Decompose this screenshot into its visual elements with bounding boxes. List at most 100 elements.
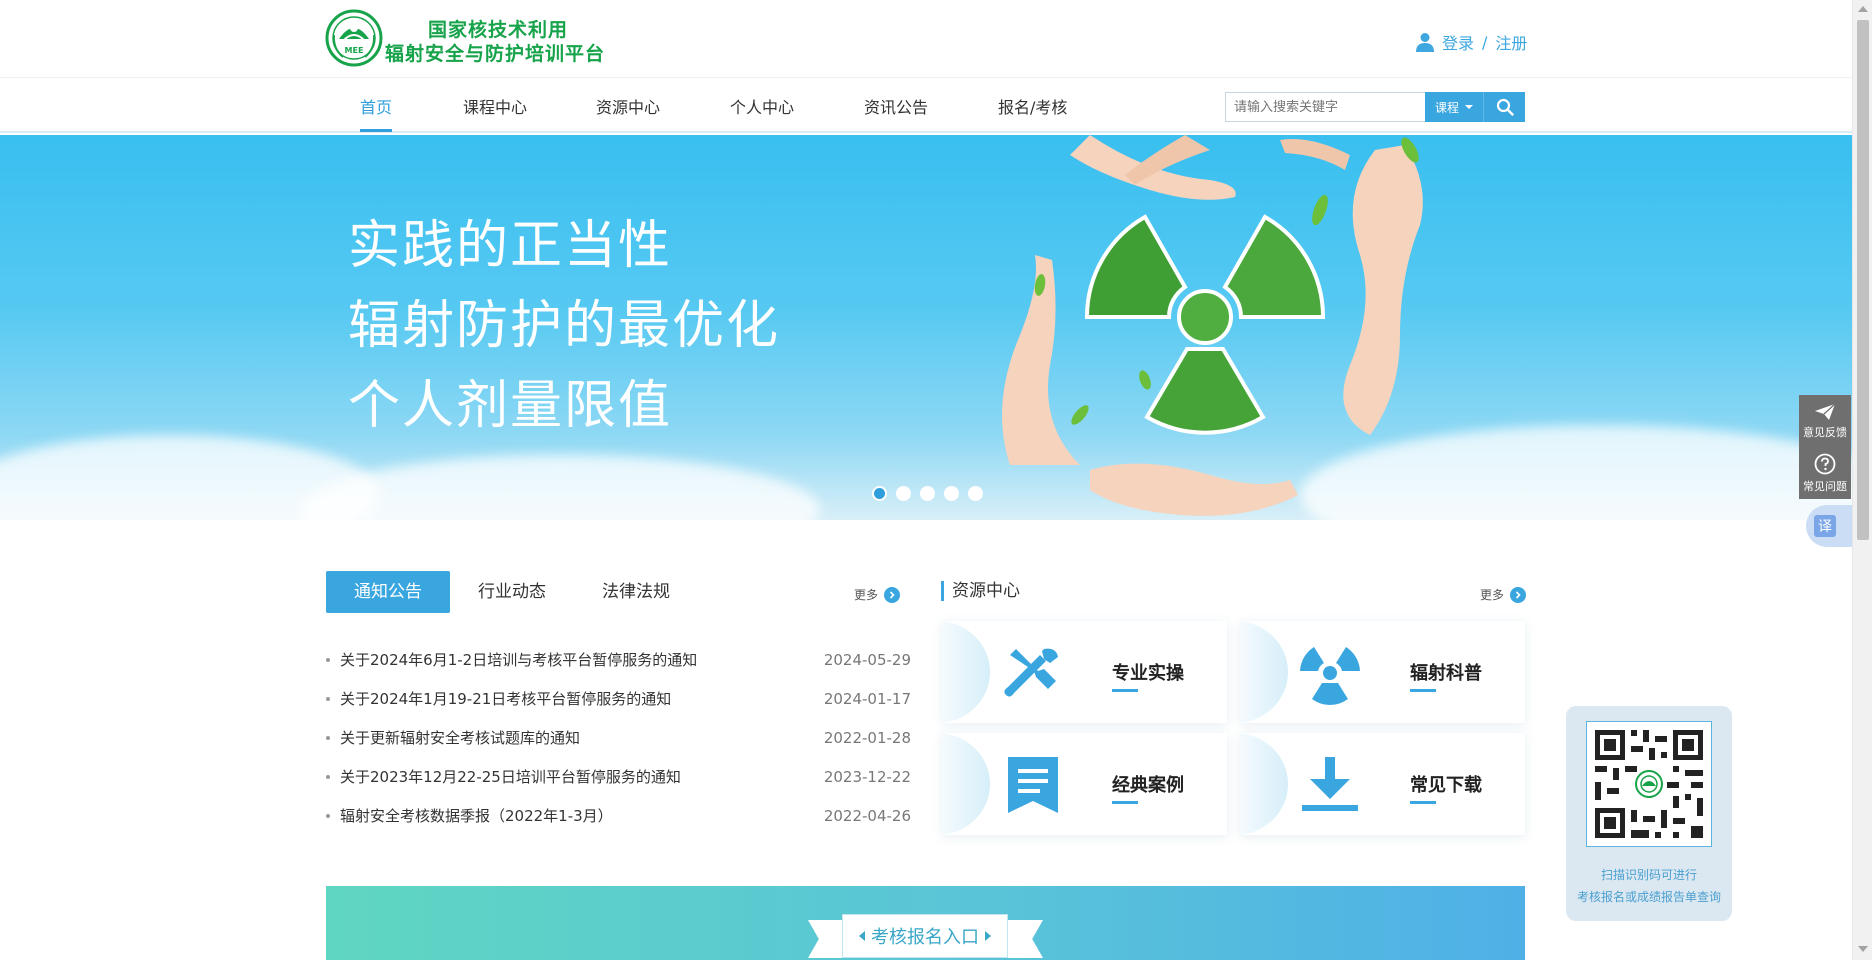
question-circle-icon: [1814, 453, 1836, 474]
banner-slogan-line3: 个人剂量限值: [348, 376, 673, 436]
search-button[interactable]: [1483, 92, 1525, 122]
search-type-label: 课程: [1434, 100, 1459, 115]
resource-card-label: 专业实操: [1112, 663, 1184, 684]
resource-card-underline: [1112, 801, 1138, 804]
qr-caption-line1: 扫描识别码可进行: [1600, 868, 1697, 882]
tab-industry[interactable]: 行业动态: [450, 571, 574, 613]
faq-button[interactable]: 常见问题: [1799, 447, 1851, 499]
resource-card-science[interactable]: 辐射科普: [1240, 621, 1525, 723]
banner-dot[interactable]: [944, 486, 959, 501]
news-more-link[interactable]: 更多: [854, 586, 901, 603]
nav-item-resources[interactable]: 资源中心: [596, 94, 660, 118]
caret-down-icon: [1465, 105, 1473, 109]
exam-registration-label: 考核报名入口: [871, 927, 979, 948]
resource-card-label: 经典案例: [1112, 775, 1184, 796]
login-link[interactable]: 登录: [1442, 30, 1474, 54]
card-decoration: [1240, 621, 1288, 723]
scroll-down-arrow-icon[interactable]: [1858, 946, 1868, 952]
nav-item-courses[interactable]: 课程中心: [463, 94, 527, 118]
scrollbar-thumb[interactable]: [1857, 20, 1869, 540]
resource-card-practice[interactable]: 专业实操: [942, 621, 1227, 723]
banner-dot[interactable]: [872, 486, 887, 501]
exam-registration-button[interactable]: 考核报名入口: [842, 914, 1008, 958]
news-date: 2023-12-22: [823, 767, 911, 786]
news-title[interactable]: 关于2024年6月1-2日培训与考核平台暂停服务的通知: [326, 649, 697, 670]
hero-banner[interactable]: 实践的正当性 辐射防护的最优化 个人剂量限值: [0, 135, 1852, 520]
nav-item-exam[interactable]: 报名/考核: [998, 94, 1067, 118]
search-icon: [1496, 98, 1514, 116]
ribbon-tail-right: [1007, 920, 1043, 958]
resource-card-downloads[interactable]: 常见下载: [1240, 733, 1525, 835]
nav-item-home[interactable]: 首页: [360, 94, 393, 132]
banner-dot[interactable]: [920, 486, 935, 501]
download-icon: [1302, 757, 1358, 811]
banner-slogan-line1: 实践的正当性: [348, 216, 673, 276]
resource-card-cases[interactable]: 经典案例: [942, 733, 1227, 835]
page-scrollbar[interactable]: [1852, 0, 1872, 960]
hands-radiation-illustration: [1002, 135, 1423, 516]
card-decoration: [942, 733, 990, 835]
tab-laws[interactable]: 法律法规: [574, 571, 698, 613]
search-type-select[interactable]: 课程: [1425, 92, 1483, 122]
resources-more-link[interactable]: 更多: [1480, 586, 1527, 603]
chevron-right-icon: [884, 586, 901, 603]
feedback-label: 意见反馈: [1803, 425, 1847, 439]
logo-badge-text: MEE: [345, 46, 364, 55]
search-input[interactable]: [1225, 92, 1425, 122]
news-more-label: 更多: [854, 588, 879, 602]
tools-icon: [1004, 648, 1058, 697]
scroll-up-arrow-icon[interactable]: [1858, 6, 1868, 12]
banner-cloud: [300, 455, 820, 520]
radiation-icon: [1300, 647, 1360, 705]
chevron-right-icon: [1510, 586, 1527, 603]
qr-caption-line2: 考核报名或成绩报告单查询: [1576, 890, 1721, 904]
card-decoration: [942, 621, 990, 723]
nav-item-news[interactable]: 资讯公告: [864, 94, 928, 118]
qr-code-frame: [1586, 721, 1712, 847]
logo-title-line2: 辐射安全与防护培训平台: [385, 43, 606, 65]
document-bookmark-icon: [1008, 757, 1058, 813]
news-title[interactable]: 关于更新辐射安全考核试题库的通知: [326, 727, 580, 748]
ribbon-tail-left: [808, 920, 844, 958]
qr-code-image: [1595, 730, 1703, 838]
list-item[interactable]: 关于更新辐射安全考核试题库的通知 2022-01-28: [326, 718, 911, 757]
banner-dot[interactable]: [968, 486, 983, 501]
register-link[interactable]: 注册: [1495, 30, 1527, 54]
news-title[interactable]: 辐射安全考核数据季报（2022年1-3月）: [326, 805, 613, 826]
qr-code-panel: 扫描识别码可进行 考核报名或成绩报告单查询: [1566, 706, 1732, 921]
user-icon: [1416, 33, 1434, 52]
banner-pagination: [872, 486, 992, 501]
translate-icon: 译: [1814, 515, 1836, 537]
resources-section-title: 资源中心: [941, 581, 1020, 601]
news-date: 2022-01-28: [823, 728, 911, 747]
triangle-right-icon: [985, 931, 991, 941]
list-item[interactable]: 关于2023年12月22-25日培训平台暂停服务的通知 2023-12-22: [326, 757, 911, 796]
auth-links: 登录 / 注册: [1416, 30, 1527, 54]
triangle-left-icon: [859, 931, 865, 941]
exam-registration-banner[interactable]: 考核报名入口: [326, 886, 1525, 960]
news-date: 2024-01-17: [823, 689, 911, 708]
translate-button[interactable]: 译: [1806, 505, 1852, 547]
list-item[interactable]: 关于2024年6月1-2日培训与考核平台暂停服务的通知 2024-05-29: [326, 640, 911, 679]
site-logo[interactable]: MEE 国家核技术利用 辐射安全与防护培训平台: [325, 9, 625, 69]
tab-notices[interactable]: 通知公告: [326, 571, 450, 613]
resource-card-underline: [1410, 689, 1436, 692]
news-date: 2022-04-26: [823, 806, 911, 825]
auth-separator: /: [1482, 32, 1488, 52]
nav-item-personal[interactable]: 个人中心: [730, 94, 794, 118]
news-title[interactable]: 关于2023年12月22-25日培训平台暂停服务的通知: [326, 766, 681, 787]
mee-emblem-icon: MEE: [325, 9, 383, 67]
paper-plane-icon: [1815, 403, 1836, 420]
banner-dot[interactable]: [896, 486, 911, 501]
card-decoration: [1240, 733, 1288, 835]
news-date: 2024-05-29: [823, 650, 911, 669]
news-tabs: 通知公告 行业动态 法律法规: [326, 571, 698, 613]
search-bar: 课程: [1225, 92, 1525, 122]
resource-card-underline: [1410, 801, 1436, 804]
news-list: 关于2024年6月1-2日培训与考核平台暂停服务的通知 2024-05-29 关…: [326, 640, 911, 835]
news-title[interactable]: 关于2024年1月19-21日考核平台暂停服务的通知: [326, 688, 671, 709]
logo-title-line1: 国家核技术利用: [428, 19, 569, 41]
list-item[interactable]: 辐射安全考核数据季报（2022年1-3月） 2022-04-26: [326, 796, 911, 835]
feedback-button[interactable]: 意见反馈: [1799, 395, 1851, 447]
list-item[interactable]: 关于2024年1月19-21日考核平台暂停服务的通知 2024-01-17: [326, 679, 911, 718]
